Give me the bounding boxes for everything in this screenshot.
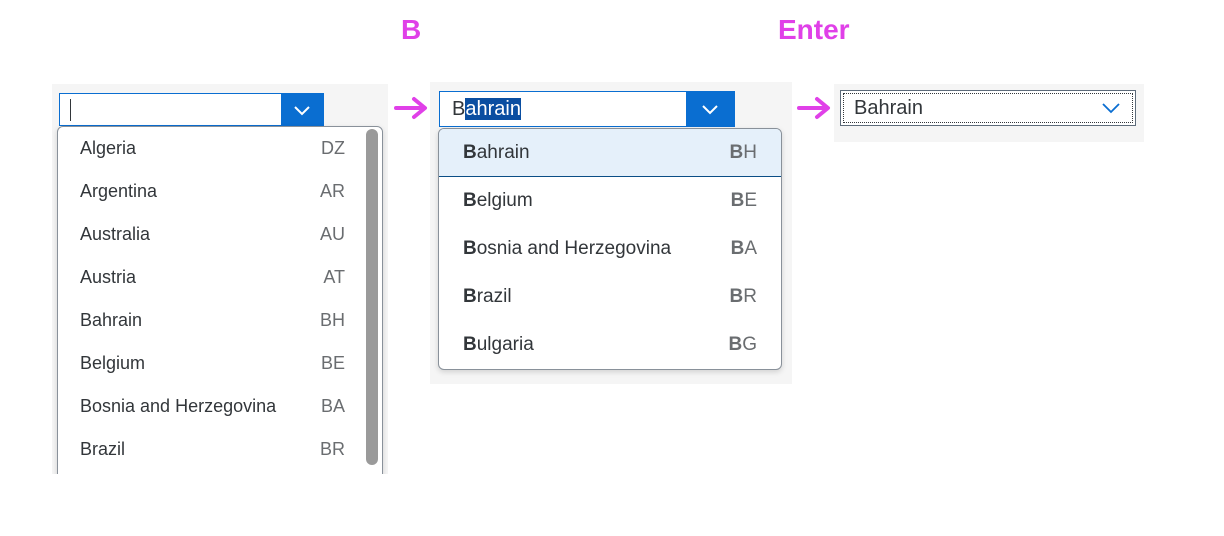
code-match-highlight: B	[729, 285, 744, 307]
arrow-right-icon	[797, 97, 830, 119]
country-name: Bosnia and Herzegovina	[80, 396, 277, 416]
list-item[interactable]: Austria AT	[58, 256, 382, 299]
country-name: Brazil	[80, 439, 126, 459]
list-item-highlighted[interactable]: Bahrain BH	[439, 129, 781, 177]
country-combobox[interactable]: Bahrain	[840, 90, 1136, 126]
country-name: Belgium	[463, 190, 533, 212]
country-code: BE	[731, 190, 757, 212]
country-name: Bulgaria	[463, 334, 534, 356]
chevron-down-icon	[294, 105, 310, 115]
country-combobox[interactable]	[59, 93, 324, 126]
name-rest: ahrain	[476, 141, 530, 163]
chevron-down-icon[interactable]	[1101, 102, 1121, 114]
country-name: Belgium	[80, 353, 146, 373]
code-rest: H	[743, 141, 757, 163]
match-highlight: B	[463, 333, 477, 355]
country-code: BE	[320, 353, 345, 373]
match-highlight: B	[463, 285, 477, 307]
code-rest: R	[743, 285, 757, 307]
step-label-enter: Enter	[778, 14, 850, 45]
autocomplete-selection: ahrain	[465, 98, 521, 120]
list-item[interactable]: Argentina AR	[58, 170, 382, 213]
combobox-input-value[interactable]: Bahrain	[452, 96, 521, 122]
country-name: Algeria	[80, 138, 137, 158]
dropdown-button[interactable]	[686, 92, 734, 126]
filtered-country-list: Bahrain BH Belgium BE Bosnia and Herzegovina…	[438, 128, 782, 370]
combobox-input-value[interactable]: Bahrain	[854, 96, 923, 120]
country-name: Bosnia and Herzegovina	[463, 238, 671, 260]
country-name: Argentina	[80, 181, 158, 201]
country-code: DZ	[321, 138, 345, 158]
list-item[interactable]: Bahrain BH	[58, 299, 382, 342]
country-list: Algeria DZ Argentina AR Australia AU Austria AT…	[57, 126, 383, 474]
arrow-right-icon	[394, 97, 427, 119]
code-match-highlight: B	[730, 189, 745, 211]
step-label-b: B	[401, 14, 422, 45]
typed-text: B	[452, 98, 466, 120]
country-code: AT	[323, 267, 345, 287]
combo-panel-selected: Bahrain	[834, 84, 1144, 142]
match-highlight: B	[463, 141, 477, 163]
country-code: BG	[728, 334, 757, 356]
country-code: BR	[730, 286, 757, 308]
country-code: BR	[319, 439, 345, 459]
match-highlight: B	[463, 237, 477, 259]
country-code: BA	[731, 238, 757, 260]
country-name: Bahrain	[463, 142, 530, 164]
code-rest: G	[742, 333, 757, 355]
name-rest: elgium	[476, 189, 533, 211]
code-match-highlight: B	[730, 237, 745, 259]
dropdown-button[interactable]	[281, 94, 323, 125]
list-item[interactable]: Bulgaria BG	[439, 321, 781, 368]
combo-panel-initial: Algeria DZ Argentina AR Australia AU Austria AT…	[52, 84, 388, 474]
list-item[interactable]: Australia AU	[58, 213, 382, 256]
code-rest: A	[744, 237, 757, 259]
code-match-highlight: B	[728, 333, 743, 355]
list-item[interactable]: Brazil BR	[58, 428, 382, 471]
country-name: Austria	[80, 267, 137, 287]
list-item[interactable]: Brazil BR	[439, 273, 781, 320]
country-name: Brazil	[463, 286, 512, 308]
match-highlight: B	[463, 189, 477, 211]
name-rest: osnia and Herzegovina	[476, 237, 672, 259]
list-item[interactable]: Belgium BE	[58, 342, 382, 385]
country-code: AU	[319, 224, 345, 244]
scrollbar[interactable]	[366, 129, 378, 465]
combo-panel-filtered: Bahrain Bahrain BH Belgium BE Bosnia and Her…	[430, 82, 792, 384]
country-code: AR	[319, 181, 345, 201]
country-name: Australia	[80, 224, 151, 244]
list-item[interactable]: Belgium BE	[439, 177, 781, 224]
code-match-highlight: B	[729, 141, 744, 163]
code-rest: E	[744, 189, 757, 211]
text-caret	[70, 99, 71, 121]
country-combobox[interactable]: Bahrain	[439, 91, 735, 127]
chevron-down-icon	[702, 105, 718, 115]
country-name: Bahrain	[80, 310, 143, 330]
list-item[interactable]: Bosnia and Herzegovina BA	[58, 385, 382, 428]
name-rest: ulgaria	[476, 333, 534, 355]
list-item[interactable]: Bosnia and Herzegovina BA	[439, 225, 781, 272]
country-code: BH	[730, 142, 757, 164]
country-code: BH	[319, 310, 345, 330]
country-code: BA	[320, 396, 345, 416]
list-item[interactable]: Algeria DZ	[58, 127, 382, 170]
name-rest: razil	[476, 285, 512, 307]
